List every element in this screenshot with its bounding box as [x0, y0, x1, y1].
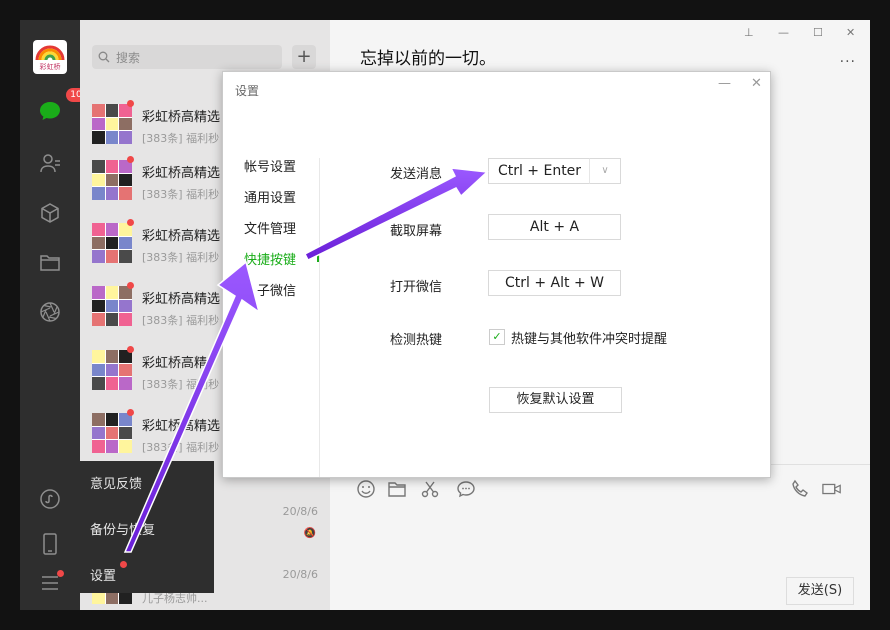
nav-item-files[interactable]: 文件管理	[244, 218, 296, 237]
list-item-preview: [383条] 福利秒	[142, 441, 220, 454]
shortcut-label-send: 发送消息	[390, 167, 443, 182]
notification-dot	[127, 156, 134, 163]
notification-dot	[127, 219, 134, 226]
list-item-preview: [383条] 福利秒	[142, 314, 220, 327]
settings-dialog: 设置 — ✕ 帐号设置 通用设置 文件管理 快捷按键 子微信 发送消息 Ctrl…	[222, 71, 771, 478]
voice-call-icon[interactable]	[790, 479, 810, 499]
rainbow-icon	[35, 45, 65, 61]
scissors-icon[interactable]	[420, 479, 440, 499]
notification-dot	[120, 561, 127, 568]
nav-item-sub-wechat[interactable]: 子微信	[257, 280, 296, 299]
close-button[interactable]: ✕	[846, 26, 855, 39]
list-item-preview: [383条] 福利秒	[142, 188, 220, 201]
nav-item-general[interactable]: 通用设置	[244, 187, 296, 206]
add-button[interactable]: +	[292, 45, 316, 69]
search-input[interactable]: 搜索	[92, 45, 282, 69]
list-item-title: 彩虹桥高精	[142, 356, 208, 371]
conflict-checkbox-label: 热键与其他软件冲突时提醒	[511, 332, 668, 347]
list-item-time: 20/8/6	[282, 505, 318, 518]
send-button[interactable]: 发送(S)	[786, 577, 854, 605]
folder-icon	[40, 255, 60, 271]
notification-dot	[127, 346, 134, 353]
avatar	[92, 104, 132, 144]
conflict-checkbox[interactable]: ✓	[489, 329, 505, 345]
restore-defaults-button[interactable]: 恢复默认设置	[489, 387, 622, 413]
shortcut-label-open: 打开微信	[390, 280, 443, 295]
maximize-button[interactable]: ☐	[813, 26, 823, 39]
active-nav-marker	[317, 252, 319, 262]
chat-icon	[40, 102, 60, 120]
notification-dot	[127, 409, 134, 416]
menu-item-settings[interactable]: 设置	[90, 565, 116, 584]
sidebar-item-files[interactable]	[35, 248, 65, 278]
avatar[interactable]: 彩虹桥	[33, 40, 67, 74]
list-item-title: 彩虹桥高精选	[142, 292, 221, 307]
aperture-icon	[40, 302, 60, 322]
minimize-button[interactable]: —	[778, 26, 789, 39]
emoji-icon[interactable]	[356, 479, 376, 499]
avatar	[92, 223, 132, 263]
list-item-title: 彩虹桥高精选	[142, 229, 221, 244]
menu-item-feedback[interactable]: 意见反馈	[90, 473, 142, 492]
notification-dot	[127, 100, 134, 107]
notification-dot	[127, 282, 134, 289]
video-call-icon[interactable]	[822, 479, 842, 499]
sidebar-item-phone[interactable]	[35, 529, 65, 559]
notification-dot	[57, 570, 64, 577]
dialog-minimize-button[interactable]: —	[718, 76, 731, 91]
logo-text: 彩虹桥	[39, 63, 61, 71]
shortcut-label-screenshot: 截取屏幕	[390, 224, 443, 239]
left-sidebar: 彩虹桥 10	[20, 20, 86, 610]
chevron-down-icon[interactable]: ∨	[589, 158, 621, 184]
sidebar-item-mini-programs[interactable]	[35, 484, 65, 514]
sidebar-item-favorites[interactable]	[35, 198, 65, 228]
dialog-close-button[interactable]: ✕	[751, 76, 762, 91]
list-item-title: 彩虹桥高精选	[142, 166, 221, 181]
nav-item-account[interactable]: 帐号设置	[244, 156, 296, 175]
send-shortcut-select[interactable]: Ctrl + Enter	[488, 158, 591, 184]
more-button[interactable]: ···	[840, 54, 856, 70]
hamburger-icon	[42, 576, 58, 590]
list-item-preview: [383条] 福利秒	[142, 251, 220, 264]
sidebar-item-chat[interactable]: 10	[35, 88, 86, 126]
chat-title: 忘掉以前的一切。	[360, 49, 496, 69]
phone-icon	[43, 533, 57, 555]
mini-program-icon	[40, 489, 60, 509]
sidebar-item-contacts[interactable]	[35, 148, 65, 178]
input-toolbar: 发送(S)	[330, 464, 870, 610]
avatar	[92, 350, 132, 390]
sidebar-item-menu[interactable]	[35, 568, 65, 598]
avatar	[92, 413, 132, 453]
chat-history-icon[interactable]	[456, 479, 476, 499]
dialog-title: 设置	[235, 84, 260, 98]
nav-item-shortcuts[interactable]: 快捷按键	[244, 249, 296, 268]
list-item-preview: [383条] 福利秒	[142, 132, 220, 145]
search-placeholder: 搜索	[116, 51, 141, 65]
settings-menu: 意见反馈 备份与恢复 设置	[80, 461, 214, 593]
screenshot-shortcut-field[interactable]: Alt + A	[488, 214, 621, 240]
avatar	[92, 160, 132, 200]
avatar	[92, 286, 132, 326]
mute-icon: 🔕	[303, 528, 316, 539]
menu-item-backup[interactable]: 备份与恢复	[90, 519, 155, 538]
sidebar-item-moments[interactable]	[35, 297, 65, 327]
list-item-title: 彩虹桥高精选	[142, 110, 221, 125]
list-item-title: 彩虹桥高精选	[142, 419, 221, 434]
cube-icon	[41, 203, 59, 223]
search-icon	[98, 51, 110, 63]
nav-divider	[319, 158, 320, 477]
folder-icon[interactable]	[387, 479, 407, 499]
contacts-icon	[40, 154, 60, 173]
open-shortcut-field[interactable]: Ctrl + Alt + W	[488, 270, 621, 296]
list-item-time: 20/8/6	[282, 568, 318, 581]
hotkey-detect-label: 检测热键	[390, 333, 443, 348]
list-item-preview: [383条] 福利秒	[142, 378, 220, 391]
pin-button[interactable]: ⊥	[744, 26, 754, 39]
